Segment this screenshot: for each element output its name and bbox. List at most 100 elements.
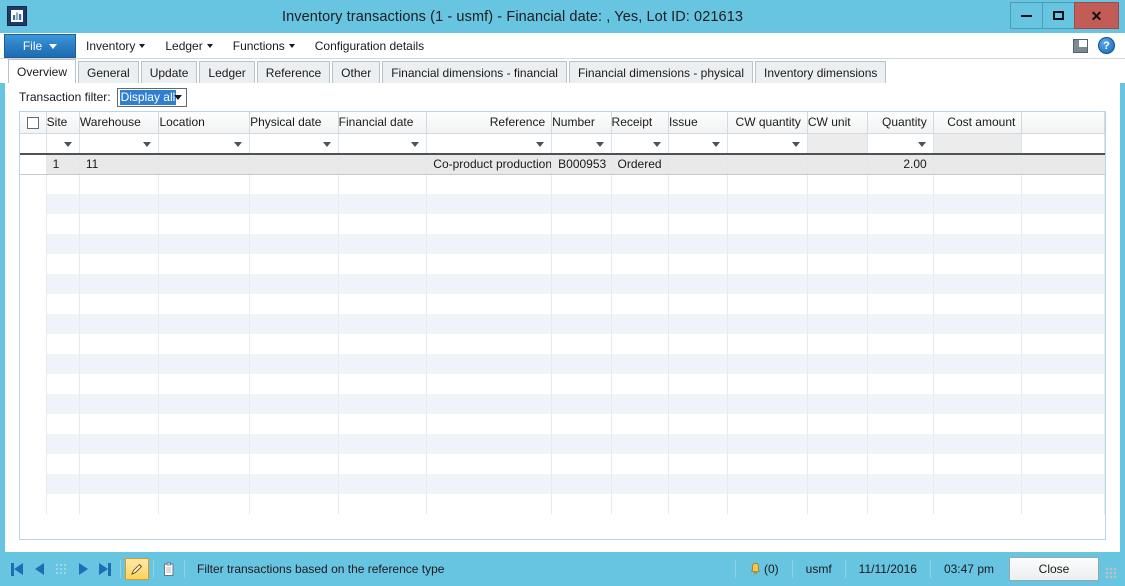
menu-item-inventory[interactable]: Inventory	[76, 33, 155, 58]
empty-row[interactable]	[20, 174, 1105, 194]
pane-layout-icon[interactable]	[1073, 38, 1088, 53]
empty-cell	[338, 294, 428, 314]
maximize-button[interactable]	[1042, 2, 1075, 29]
chevron-down-icon[interactable]	[322, 141, 331, 147]
column-header-pad[interactable]	[1021, 112, 1105, 134]
empty-row[interactable]	[20, 234, 1105, 254]
column-filter-quantity[interactable]	[867, 133, 934, 155]
column-filter-cw_quantity[interactable]	[727, 133, 808, 155]
next-icon	[78, 563, 88, 575]
previous-record-button[interactable]	[28, 558, 50, 580]
column-header-cw_quantity[interactable]: CW quantity	[727, 112, 808, 134]
column-header-site[interactable]: Site	[46, 112, 80, 134]
empty-row[interactable]	[20, 374, 1105, 394]
empty-row[interactable]	[20, 314, 1105, 334]
empty-row[interactable]	[20, 194, 1105, 214]
file-menu-button[interactable]: File	[4, 34, 76, 58]
empty-cell	[79, 174, 160, 194]
chevron-down-icon[interactable]	[411, 141, 420, 147]
empty-row[interactable]	[20, 474, 1105, 494]
select-all-checkbox[interactable]	[26, 117, 39, 130]
empty-cell	[727, 374, 808, 394]
empty-row[interactable]	[20, 354, 1105, 374]
empty-cell	[79, 434, 160, 454]
chevron-down-icon[interactable]	[917, 141, 926, 147]
tab-financial-dimensions-physical[interactable]: Financial dimensions - physical	[568, 61, 754, 83]
chevron-down-icon[interactable]	[595, 141, 604, 147]
empty-cell	[933, 394, 1023, 414]
column-filter-financial_date[interactable]	[338, 133, 428, 155]
column-filter-receipt[interactable]	[611, 133, 669, 155]
tab-overview[interactable]: Overview	[8, 59, 77, 83]
chevron-down-icon[interactable]	[652, 141, 661, 147]
chevron-down-icon[interactable]	[63, 141, 72, 147]
tab-inventory-dimensions[interactable]: Inventory dimensions	[755, 61, 887, 83]
chevron-down-icon[interactable]	[143, 141, 152, 147]
time-indicator: 03:47 pm	[943, 562, 994, 576]
last-record-button[interactable]	[94, 558, 116, 580]
empty-row[interactable]	[20, 274, 1105, 294]
menu-item-ledger[interactable]: Ledger	[155, 33, 222, 58]
select-all-header[interactable]	[20, 112, 47, 134]
empty-row[interactable]	[20, 434, 1105, 454]
empty-row[interactable]	[20, 394, 1105, 414]
help-icon[interactable]: ?	[1098, 37, 1115, 54]
empty-row[interactable]	[20, 334, 1105, 354]
column-header-location[interactable]: Location	[158, 112, 251, 134]
transactions-grid[interactable]: Site Warehouse Location Physical date Financ…	[19, 111, 1106, 540]
row-select-cell[interactable]	[20, 153, 47, 175]
close-window-button[interactable]: ✕	[1074, 2, 1119, 29]
column-header-issue[interactable]: Issue	[668, 112, 729, 134]
empty-row[interactable]	[20, 294, 1105, 314]
tab-financial-dimensions-financial[interactable]: Financial dimensions - financial	[382, 61, 567, 83]
clipboard-button[interactable]	[158, 558, 180, 580]
column-header-cost_amount[interactable]: Cost amount	[933, 112, 1023, 134]
column-header-cw_unit[interactable]: CW unit	[807, 112, 869, 134]
empty-row[interactable]	[20, 414, 1105, 434]
notifications-indicator[interactable]: (0)	[740, 562, 788, 576]
empty-cell	[867, 494, 934, 514]
column-filter-physical_date[interactable]	[249, 133, 339, 155]
table-row[interactable]: 1 11 Co-product production B000953 Ordered 2.…	[20, 153, 1105, 175]
chevron-down-icon[interactable]	[234, 141, 243, 147]
column-header-quantity[interactable]: Quantity	[867, 112, 934, 134]
column-header-physical_date[interactable]: Physical date	[249, 112, 339, 134]
empty-row[interactable]	[20, 214, 1105, 234]
tab-reference[interactable]: Reference	[256, 61, 331, 83]
tab-general[interactable]: General	[78, 61, 139, 83]
tab-other[interactable]: Other	[332, 61, 381, 83]
chevron-down-icon[interactable]	[712, 141, 721, 147]
empty-cell	[20, 314, 47, 334]
empty-row[interactable]	[20, 454, 1105, 474]
tab-ledger[interactable]: Ledger	[199, 61, 255, 83]
resize-grip[interactable]	[1105, 567, 1117, 579]
column-filter-location[interactable]	[158, 133, 251, 155]
column-filter-warehouse[interactable]	[79, 133, 160, 155]
empty-cell	[727, 254, 808, 274]
edit-record-button[interactable]	[125, 558, 149, 580]
menu-item-functions[interactable]: Functions	[223, 33, 305, 58]
column-header-reference[interactable]: Reference	[426, 112, 553, 134]
chevron-down-icon[interactable]	[791, 141, 800, 147]
menu-item-configuration-details[interactable]: Configuration details	[305, 33, 434, 58]
empty-cell	[727, 474, 808, 494]
grid-view-button[interactable]	[50, 558, 72, 580]
empty-row[interactable]	[20, 494, 1105, 514]
column-header-receipt[interactable]: Receipt	[611, 112, 669, 134]
next-record-button[interactable]	[72, 558, 94, 580]
empty-row[interactable]	[20, 254, 1105, 274]
column-header-number[interactable]: Number	[551, 112, 612, 134]
tab-update[interactable]: Update	[140, 61, 198, 83]
column-filter-issue[interactable]	[668, 133, 729, 155]
empty-cell	[551, 194, 612, 214]
first-record-button[interactable]	[6, 558, 28, 580]
column-header-financial_date[interactable]: Financial date	[338, 112, 428, 134]
minimize-button[interactable]	[1010, 2, 1043, 29]
column-filter-number[interactable]	[551, 133, 612, 155]
column-filter-site[interactable]	[46, 133, 80, 155]
transaction-filter-select[interactable]: Display all	[116, 87, 187, 107]
column-filter-reference[interactable]	[426, 133, 553, 155]
chevron-down-icon[interactable]	[536, 141, 545, 147]
column-header-warehouse[interactable]: Warehouse	[79, 112, 160, 134]
close-button[interactable]: Close	[1009, 557, 1099, 581]
